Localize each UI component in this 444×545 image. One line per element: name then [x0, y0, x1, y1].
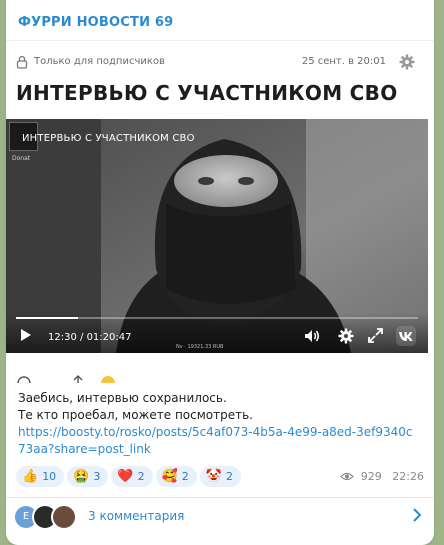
message-bubble: ФУРРИ НОВОСТИ 69 Только для подписчиков …: [6, 0, 434, 545]
reaction-vomit[interactable]: 🤮 3: [67, 466, 109, 487]
play-icon[interactable]: [20, 328, 32, 342]
video-progress-fill: [16, 317, 79, 319]
reaction-count: 2: [181, 470, 189, 483]
partially-hidden-icons: [17, 375, 115, 383]
reaction-clown[interactable]: 🤡 2: [199, 466, 241, 487]
duration: 01:20:47: [86, 332, 132, 343]
video-overlay-text: Nv · 19321.33 RUB: [176, 344, 224, 350]
gear-icon[interactable]: [399, 54, 415, 70]
chevron-right-icon: [413, 508, 422, 522]
lock-icon: [16, 55, 28, 69]
video-player[interactable]: Donat ИНТЕРВЬЮ С УЧАСТНИКОМ СВО 12:30 / …: [6, 119, 428, 353]
vomit-face-icon: 🤮: [73, 469, 90, 484]
reaction-smiling-hearts[interactable]: 🥰 2: [155, 466, 197, 487]
smiling-hearts-icon: 🥰: [161, 469, 178, 484]
current-time: 12:30: [48, 332, 77, 343]
settings-gear-icon[interactable]: [338, 328, 354, 344]
reaction-thumbs-up[interactable]: 👍 10: [16, 466, 65, 487]
video-controls: 12:30 / 01:20:47 Nv · 19321.33 RUB: [6, 324, 428, 350]
message-meta: 929 22:26: [340, 470, 424, 483]
volume-icon[interactable]: [304, 328, 320, 344]
reaction-count: 10: [42, 470, 57, 483]
video-caption: ИНТЕРВЬЮ С УЧАСТНИКОМ СВО: [22, 133, 195, 144]
video-progress-bar[interactable]: [16, 317, 418, 319]
post-header: Только для подписчиков 25 сент. в 20:01: [16, 54, 424, 72]
qr-label: Donat: [12, 155, 31, 162]
reaction-count: 3: [93, 470, 101, 483]
channel-name[interactable]: ФУРРИ НОВОСТИ 69: [18, 15, 173, 30]
reactions-bar: 👍 10 🤮 3 ❤️ 2 🥰 2 🤡 2: [16, 466, 244, 488]
comments-label: 3 комментария: [88, 509, 185, 523]
message-time: 22:26: [392, 470, 424, 483]
vk-logo-icon[interactable]: [396, 326, 416, 346]
clown-icon: 🤡: [205, 469, 222, 484]
reaction-count: 2: [225, 470, 233, 483]
reaction-heart[interactable]: ❤️ 2: [111, 466, 153, 487]
avatar: [51, 504, 77, 530]
post-date: 25 сент. в 20:01: [301, 56, 386, 67]
message-line-2: Те кто проебал, можете посмотреть.: [18, 408, 253, 422]
subscribers-only-label: Только для подписчиков: [34, 56, 165, 67]
eye-icon: [340, 472, 355, 481]
video-time: 12:30 / 01:20:47: [48, 332, 132, 343]
heart-icon: ❤️: [117, 469, 134, 484]
reaction-count: 2: [137, 470, 145, 483]
post-title: ИНТЕРВЬЮ С УЧАСТНИКОМ СВО: [16, 81, 398, 105]
boosty-post-card[interactable]: Только для подписчиков 25 сент. в 20:01 …: [6, 40, 434, 384]
thumbs-up-icon: 👍: [22, 469, 39, 484]
message-line-1: Заебись, интервью сохранилось.: [18, 391, 227, 405]
fullscreen-icon[interactable]: [368, 328, 383, 343]
comments-button[interactable]: E 3 комментария: [6, 498, 434, 534]
views-count: 929: [360, 470, 382, 483]
message-text: Заебись, интервью сохранилось. Те кто пр…: [18, 390, 418, 458]
boosty-link[interactable]: https://boosty.to/rosko/posts/5c4af073-4…: [18, 424, 418, 458]
